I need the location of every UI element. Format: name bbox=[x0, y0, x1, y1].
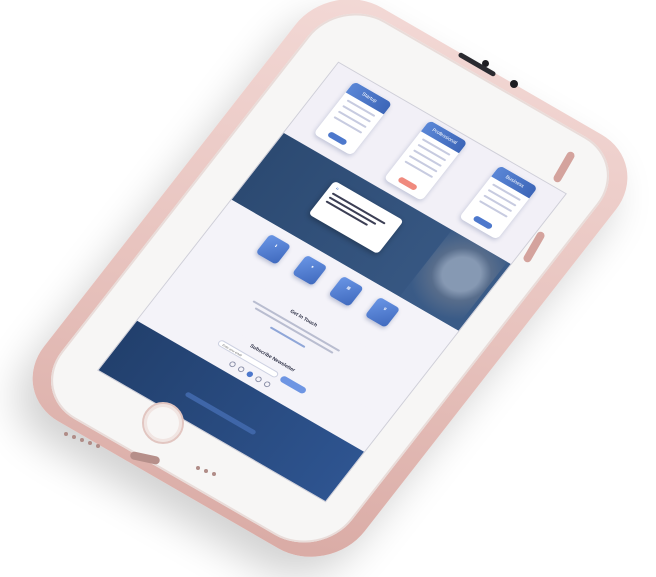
instagram-icon[interactable] bbox=[254, 375, 263, 384]
speaker-grille-icon bbox=[80, 438, 84, 442]
home-button[interactable] bbox=[142, 402, 184, 444]
pricing-button[interactable] bbox=[397, 176, 419, 192]
speaker-grille-icon bbox=[64, 432, 68, 436]
speaker-grille-icon bbox=[88, 441, 92, 445]
speaker-grille-icon bbox=[212, 472, 216, 476]
speaker-grille-icon bbox=[96, 444, 100, 448]
quote-icon: “ bbox=[332, 186, 341, 195]
trophy-icon: ♛ bbox=[364, 296, 401, 328]
download-icon: ⬇ bbox=[255, 233, 292, 265]
speaker-grille-icon bbox=[204, 469, 208, 473]
twitter-icon[interactable] bbox=[236, 365, 246, 374]
sensor-icon bbox=[510, 80, 518, 88]
speaker-grille-icon bbox=[196, 466, 200, 470]
pricing-card: Professional bbox=[383, 120, 468, 201]
speaker-grille-icon bbox=[72, 435, 76, 439]
google-icon[interactable] bbox=[262, 380, 272, 389]
heart-icon: ♥ bbox=[291, 254, 328, 286]
facebook-icon[interactable] bbox=[228, 360, 237, 369]
pricing-button[interactable] bbox=[326, 131, 348, 146]
pricing-card: Business bbox=[458, 165, 538, 240]
pricing-button[interactable] bbox=[472, 215, 494, 230]
phone-mockup-scene: Startup Professional Business “ ⬇ ♥ ▦ ♛ … bbox=[0, 0, 656, 577]
pricing-card: Startup bbox=[313, 81, 393, 156]
chart-icon: ▦ bbox=[328, 275, 364, 307]
linkedin-icon[interactable] bbox=[245, 370, 255, 379]
